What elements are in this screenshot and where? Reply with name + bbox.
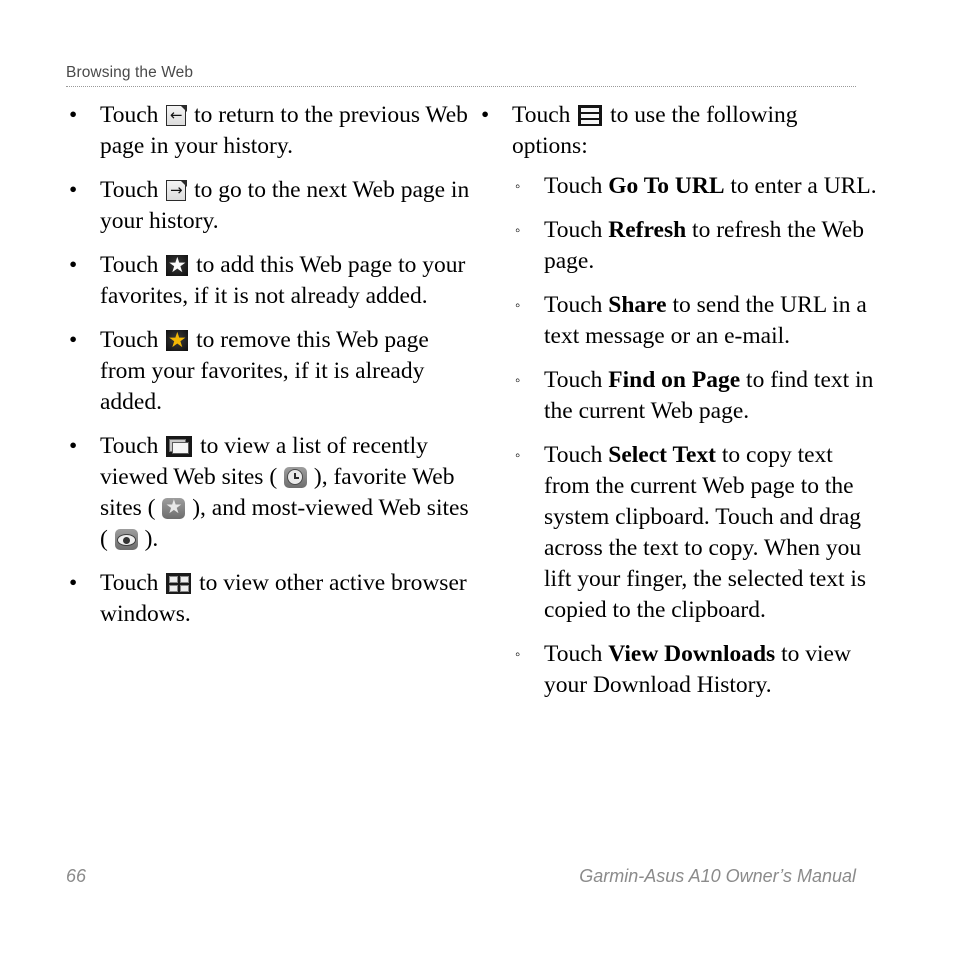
star-glyph: ★ <box>167 253 187 277</box>
menu-bar <box>581 107 600 112</box>
sub-item-pre: Touch <box>544 292 603 318</box>
sub-bullet-marker: ◦ <box>515 179 521 195</box>
sub-item-post: to enter a URL. <box>730 173 877 199</box>
list-item: ◦ Touch Go To URL to enter a URL. <box>512 171 878 202</box>
grid-cell <box>168 584 178 592</box>
sub-bullet-marker: ◦ <box>515 448 521 464</box>
options-sub-list: ◦ Touch Go To URL to enter a URL. ◦ Touc… <box>512 171 878 701</box>
list-item: • Touch ← to return to the previous Web … <box>66 100 476 162</box>
sub-item-post: to copy text from the current Web page t… <box>544 442 867 623</box>
page-number: 66 <box>66 866 87 886</box>
list-item: • Touch to view a list of recently viewe… <box>66 431 476 555</box>
sub-item-pre: Touch <box>544 217 603 243</box>
item-text-pre: Touch <box>512 102 571 128</box>
menu-bar <box>581 113 600 118</box>
option-label-refresh[interactable]: Refresh <box>608 217 686 243</box>
page-footer: 66 Garmin-Asus A10 Owner’s Manual <box>66 866 856 887</box>
menu-bar <box>581 119 600 124</box>
list-item: • Touch ★ to remove this Web page from y… <box>66 325 476 418</box>
sub-item-pre: Touch <box>544 641 603 667</box>
forward-arrow-page-icon[interactable]: → <box>166 179 187 201</box>
back-arrow-page-icon[interactable]: ← <box>166 104 187 126</box>
clock-minute-hand <box>294 477 300 479</box>
list-item: • Touch to view other active browser win… <box>66 568 476 630</box>
eye-pupil <box>122 536 130 544</box>
option-label-select-text[interactable]: Select Text <box>608 442 716 468</box>
list-item: ◦ Touch Find on Page to find text in the… <box>512 365 878 427</box>
item-text-pre: Touch <box>100 570 159 596</box>
manual-page: Browsing the Web • Touch ← to return to … <box>0 0 954 954</box>
item-text-pre: Touch <box>100 177 159 203</box>
bullet-marker: • <box>69 177 78 203</box>
bullet-marker: • <box>69 102 78 128</box>
star-glyph: ★ <box>167 328 187 352</box>
grid-cell <box>179 575 189 583</box>
white-star-icon[interactable]: ★ <box>166 253 189 277</box>
list-item: • Touch → to go to the next Web page in … <box>66 175 476 237</box>
window-grid-icon[interactable] <box>166 573 192 594</box>
sub-item-pre: Touch <box>544 367 603 393</box>
stacked-windows-icon[interactable] <box>166 436 193 457</box>
arrow-glyph: ← <box>169 106 183 124</box>
list-item: ◦ Touch Select Text to copy text from th… <box>512 440 878 626</box>
sub-bullet-marker: ◦ <box>515 223 521 239</box>
sub-item-pre: Touch <box>544 173 603 199</box>
star-glyph: ★ <box>165 496 183 518</box>
right-bullet-list: • Touch to use the following options: ◦ … <box>478 100 878 701</box>
left-column: • Touch ← to return to the previous Web … <box>66 100 476 643</box>
option-label-find-on-page[interactable]: Find on Page <box>608 367 740 393</box>
bullet-marker: • <box>69 327 78 353</box>
running-header: Browsing the Web <box>66 64 856 87</box>
item-text-pre: Touch <box>100 252 159 278</box>
grid-cell <box>179 584 189 592</box>
header-title: Browsing the Web <box>66 64 194 81</box>
bullet-marker: • <box>481 102 490 128</box>
list-item: ◦ Touch View Downloads to view your Down… <box>512 639 878 701</box>
item-text-seg4: ). <box>144 526 159 552</box>
header-divider <box>66 86 856 87</box>
clock-icon[interactable] <box>284 467 308 488</box>
grid-cell <box>168 575 178 583</box>
hamburger-menu-icon[interactable] <box>578 105 603 126</box>
manual-title: Garmin-Asus A10 Owner’s Manual <box>579 866 856 886</box>
option-label-share[interactable]: Share <box>608 292 666 318</box>
sub-bullet-marker: ◦ <box>515 298 521 314</box>
option-label-go-to-url[interactable]: Go To URL <box>608 173 724 199</box>
sub-bullet-marker: ◦ <box>515 647 521 663</box>
option-label-view-downloads[interactable]: View Downloads <box>608 641 775 667</box>
front-sheet <box>172 442 190 454</box>
two-column-body: • Touch ← to return to the previous Web … <box>0 100 954 714</box>
gold-star-icon[interactable]: ★ <box>166 328 189 352</box>
bullet-marker: • <box>69 433 78 459</box>
list-item: ◦ Touch Share to send the URL in a text … <box>512 290 878 352</box>
list-item: • Touch to use the following options: ◦ … <box>478 100 878 701</box>
left-bullet-list: • Touch ← to return to the previous Web … <box>66 100 476 630</box>
list-item: ◦ Touch Refresh to refresh the Web page. <box>512 215 878 277</box>
item-text-pre: Touch <box>100 102 159 128</box>
sub-bullet-marker: ◦ <box>515 373 521 389</box>
sub-item-pre: Touch <box>544 442 603 468</box>
small-star-icon[interactable]: ★ <box>162 496 186 519</box>
bullet-marker: • <box>69 252 78 278</box>
bullet-marker: • <box>69 570 78 596</box>
item-text-pre: Touch <box>100 327 159 353</box>
list-item: • Touch ★ to add this Web page to your f… <box>66 250 476 312</box>
item-text-pre: Touch <box>100 433 159 459</box>
right-column: • Touch to use the following options: ◦ … <box>478 100 878 714</box>
eye-icon[interactable] <box>114 529 138 550</box>
arrow-glyph: → <box>169 181 183 199</box>
